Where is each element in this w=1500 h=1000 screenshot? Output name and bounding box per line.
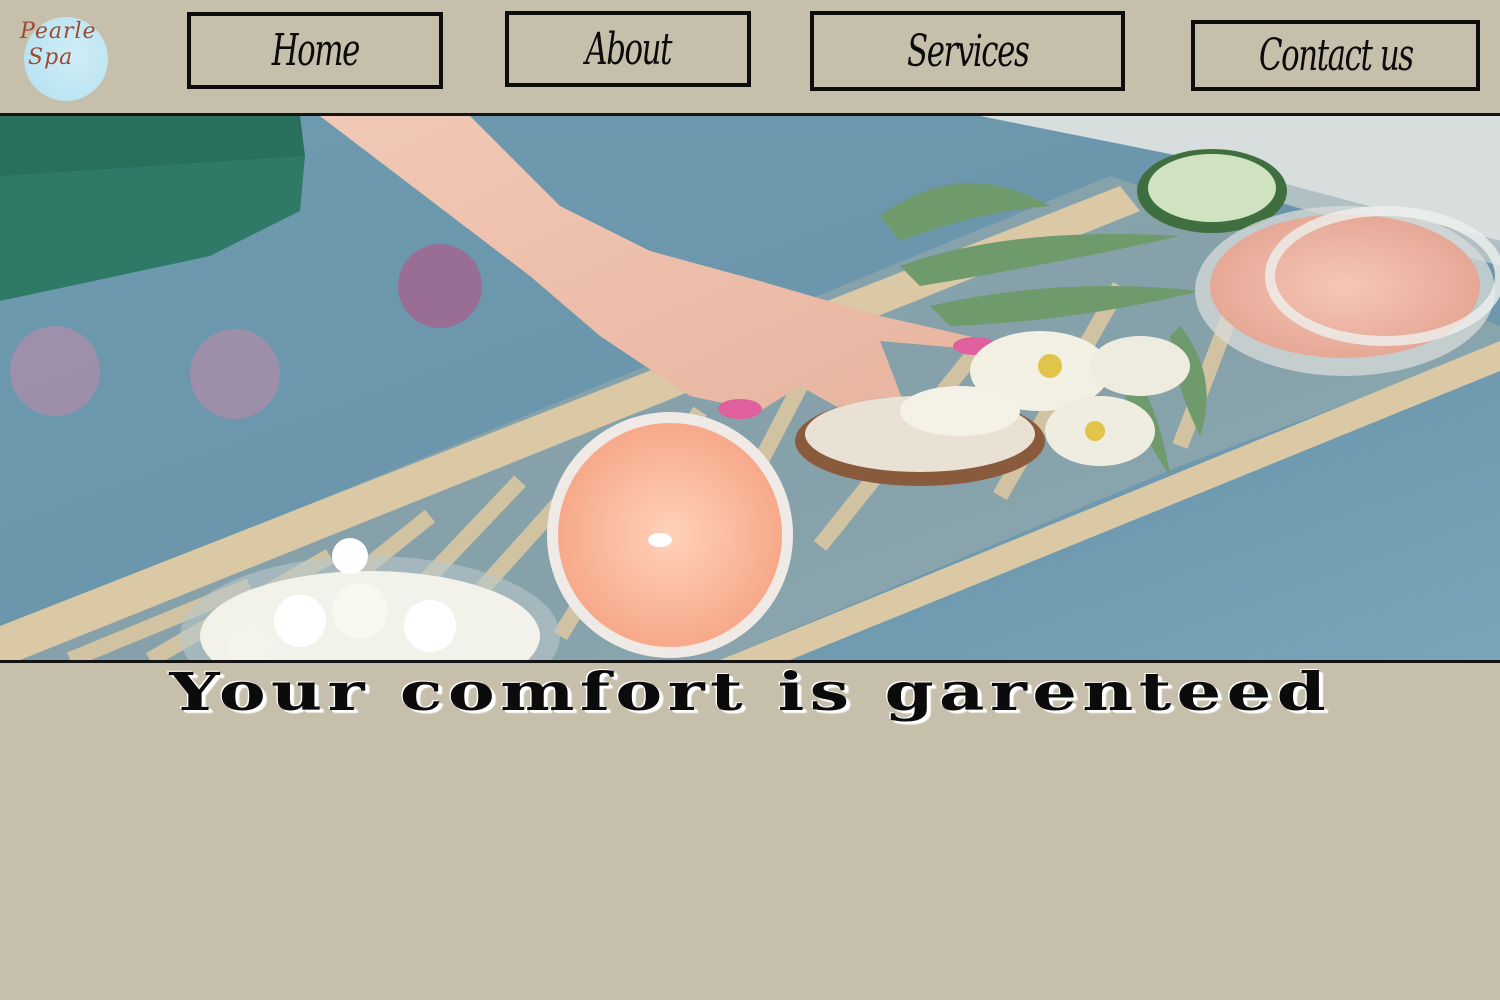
nav-contact-button[interactable]: Contact us (1191, 20, 1480, 91)
tagline-heading: Your comfort is garenteed (0, 662, 1500, 723)
pearle-spa-logo[interactable]: Pearle Spa (20, 17, 108, 101)
nav-about-label: About (585, 23, 672, 75)
nav-services-button[interactable]: Services (810, 11, 1125, 91)
site-header: Pearle Spa Home About Services Contact u… (0, 0, 1500, 116)
nav-contact-label: Contact us (1258, 30, 1414, 81)
candle (547, 412, 793, 658)
spa-bath-illustration (0, 116, 1500, 660)
nav-home-button[interactable]: Home (187, 12, 443, 89)
nav-about-button[interactable]: About (505, 11, 751, 87)
logo-line-1: Pearle (20, 19, 97, 44)
logo-line-2: Spa (28, 45, 74, 70)
logo-text: Pearle Spa (20, 19, 116, 71)
nav-home-label: Home (271, 25, 360, 76)
tagline-text: Your comfort is garenteed (169, 662, 1331, 723)
hero-image (0, 116, 1500, 663)
nav-services-label: Services (906, 25, 1030, 77)
